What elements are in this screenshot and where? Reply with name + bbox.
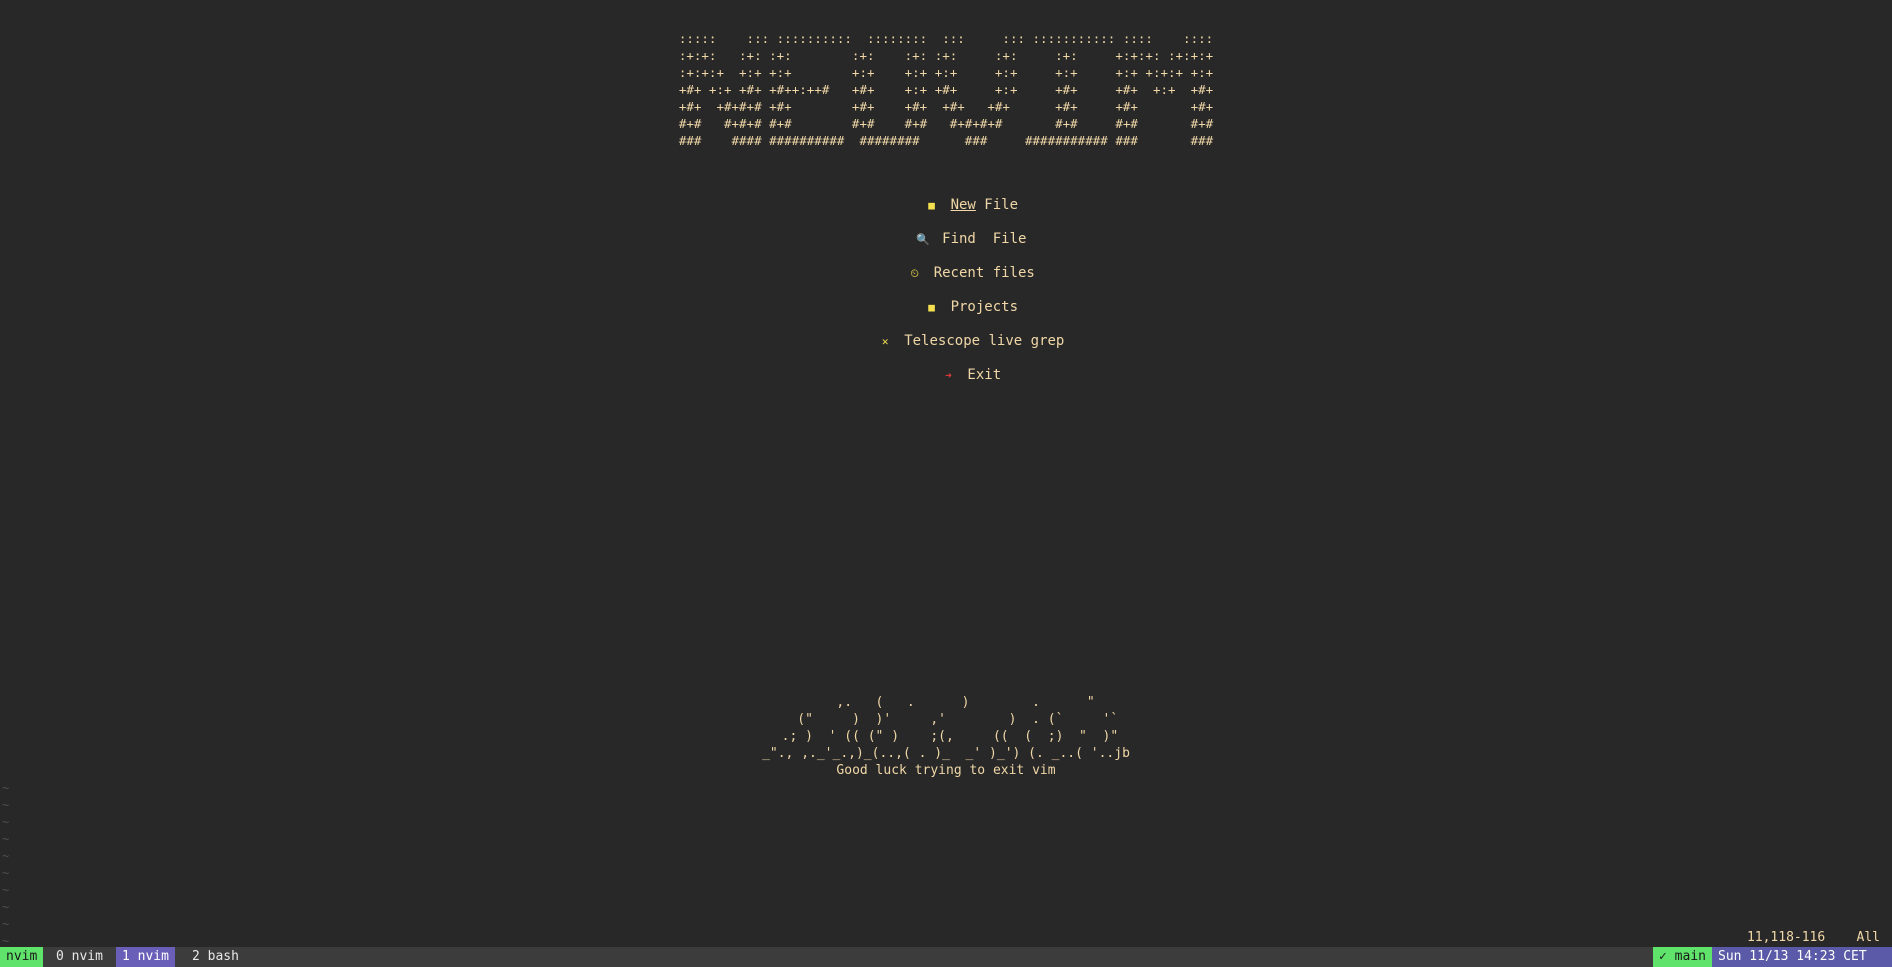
tilde-line: ~	[2, 781, 10, 795]
session-name: nvim	[0, 947, 44, 967]
menu-label: Recent files	[933, 265, 1035, 281]
footer-art: ,. ( . ) . " (" ) )' ,' ) . (` '` .; ) '…	[762, 695, 1130, 761]
menu-label: File	[975, 197, 1019, 213]
history-icon: ⏲	[910, 267, 919, 280]
folder-icon: ■	[928, 301, 935, 314]
menu-label: Projects	[950, 299, 1018, 315]
cursor-position-ruler: 11,118-116 All	[1746, 930, 1880, 945]
menu-shortcut-new: New	[950, 197, 976, 213]
footer-ascii-art: ,. ( . ) . " (" ) )' ,' ) . (` '` .; ) '…	[0, 694, 1892, 779]
tilde-line: ~	[2, 900, 10, 914]
tilde-line: ~	[2, 832, 10, 846]
menu-label: Telescope live grep	[904, 333, 1065, 349]
tools-icon: ✕	[881, 335, 889, 348]
tilde-line: ~	[2, 849, 10, 863]
search-icon: 🔍	[916, 233, 930, 246]
status-clock: Sun 11/13 14:23 CET	[1712, 947, 1892, 967]
footer-tagline: Good luck trying to exit vim	[836, 763, 1056, 778]
tmux-status-bar: nvim 0 nvim 1 nvim 2 bash ✓ main Sun 11/…	[0, 947, 1892, 967]
window-tab-0[interactable]: 0 nvim	[50, 947, 109, 967]
git-branch-badge: ✓ main	[1653, 947, 1712, 967]
window-tab-1-active[interactable]: 1 nvim	[116, 947, 175, 967]
tilde-line: ~	[2, 815, 10, 829]
terminal-screen: ::::: ::: :::::::::: :::::::: ::: ::: ::…	[0, 0, 1892, 967]
file-icon: ■	[928, 199, 935, 212]
neovim-ascii-logo: ::::: ::: :::::::::: :::::::: ::: ::: ::…	[678, 31, 1214, 148]
menu-new-file[interactable]: ■ New File	[0, 160, 1892, 213]
tilde-line: ~	[2, 883, 10, 897]
tilde-line: ~	[2, 866, 10, 880]
tilde-line: ~	[2, 917, 10, 931]
menu-label: Find File	[942, 231, 1027, 247]
menu-label: Exit	[967, 367, 1002, 383]
dashboard-menu: ■ New File 🔍 Find File ⏲ Recent files ■ Proj…	[0, 160, 1892, 383]
empty-line-markers: ~ ~ ~ ~ ~ ~ ~ ~ ~ ~	[2, 780, 9, 950]
window-tab-2[interactable]: 2 bash	[186, 947, 245, 967]
tilde-line: ~	[2, 798, 10, 812]
exit-icon: ➜	[945, 369, 952, 382]
